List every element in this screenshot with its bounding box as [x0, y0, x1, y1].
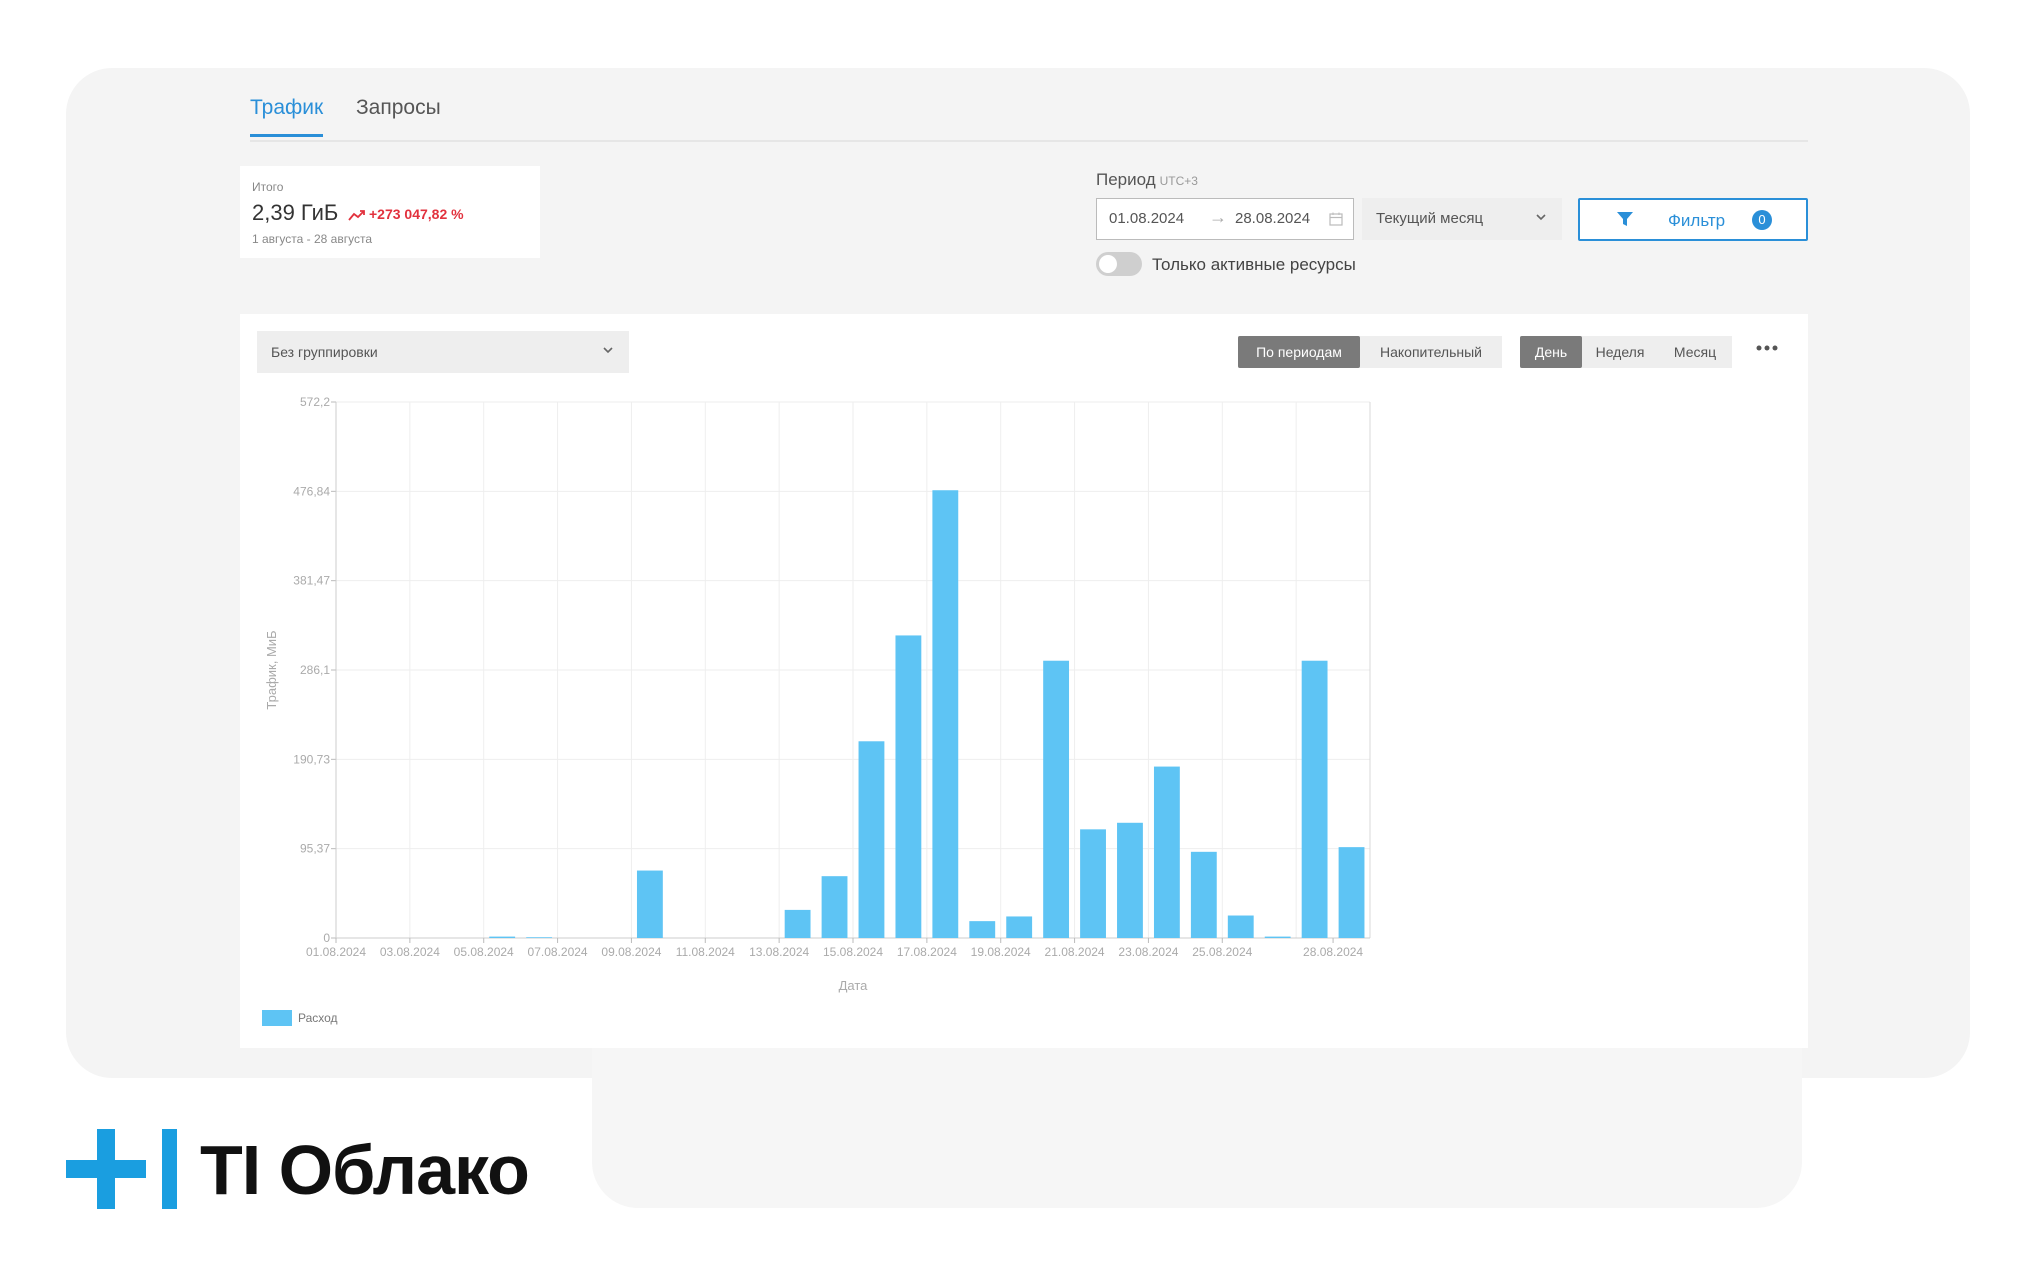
bar-05.08.2024: [489, 936, 516, 938]
x-tick-label: 01.08.2024: [306, 945, 366, 959]
bar-20.08.2024: [1043, 660, 1070, 938]
granularity-switch: День Неделя Месяц: [1520, 336, 1732, 368]
period-title: Период: [1096, 170, 1156, 189]
toggle-knob: [1099, 255, 1117, 273]
bar-21.08.2024: [1080, 829, 1106, 938]
period-label: Период UTC+3: [1096, 170, 1198, 190]
bar-19.08.2024: [1006, 916, 1033, 938]
x-tick-label: 17.08.2024: [897, 945, 957, 959]
mode-switch: По периодам Накопительный: [1238, 336, 1502, 368]
bar-23.08.2024: [1153, 766, 1180, 938]
active-resources-toggle[interactable]: [1096, 252, 1142, 276]
total-value: 2,39 ГиБ: [252, 200, 339, 225]
bar-27.08.2024: [1301, 660, 1328, 938]
y-tick-label: 190,73: [293, 752, 330, 766]
more-dots-icon[interactable]: [1756, 344, 1778, 352]
grouping-select[interactable]: Без группировки: [257, 331, 629, 373]
active-resources-label: Только активные ресурсы: [1152, 255, 1356, 274]
x-tick-label: 09.08.2024: [601, 945, 661, 959]
filter-icon: [1617, 212, 1633, 226]
granularity-month[interactable]: Месяц: [1658, 336, 1732, 368]
filter-button[interactable]: Фильтр 0: [1578, 198, 1808, 241]
x-axis-title: Дата: [839, 978, 869, 993]
grouping-value: Без группировки: [271, 344, 378, 360]
total-delta: +273 047,82 %: [348, 206, 464, 222]
x-tick-label: 25.08.2024: [1192, 945, 1252, 959]
x-tick-label: 07.08.2024: [528, 945, 588, 959]
logo-bar: [162, 1129, 177, 1209]
y-tick-label: 286,1: [300, 663, 330, 677]
trend-up-icon: [348, 210, 365, 221]
tab-bar: Трафик Запросы: [250, 96, 1808, 142]
bar-25.08.2024: [1227, 915, 1254, 938]
y-tick-label: 381,47: [293, 574, 330, 588]
bar-22.08.2024: [1117, 822, 1143, 938]
legend-swatch: [262, 1010, 292, 1026]
bar-13.08.2024: [784, 909, 811, 938]
y-tick-label: 572,2: [300, 395, 330, 409]
y-tick-label: 0: [323, 931, 330, 945]
date-range-picker[interactable]: 01.08.2024 → 28.08.2024: [1096, 198, 1354, 240]
x-tick-label: 23.08.2024: [1118, 945, 1178, 959]
total-label: Итого: [252, 180, 284, 194]
granularity-week[interactable]: Неделя: [1582, 336, 1658, 368]
bar-24.08.2024: [1190, 851, 1217, 938]
tab-requests[interactable]: Запросы: [356, 96, 441, 134]
total-delta-value: +273 047,82 %: [369, 206, 464, 222]
tab-traffic[interactable]: Трафик: [250, 96, 324, 137]
filter-count-badge: 0: [1752, 210, 1772, 230]
chevron-down-icon: [1536, 214, 1546, 221]
bar-17.08.2024: [932, 490, 959, 938]
x-tick-label: 15.08.2024: [823, 945, 883, 959]
bar-15.08.2024: [858, 741, 885, 938]
filter-label: Фильтр: [1668, 211, 1726, 230]
x-tick-label: 28.08.2024: [1303, 945, 1363, 959]
timezone-label: UTC+3: [1159, 174, 1198, 188]
x-tick-label: 05.08.2024: [454, 945, 514, 959]
arrow-right-icon: →: [1209, 207, 1227, 227]
x-tick-label: 19.08.2024: [971, 945, 1031, 959]
bar-09.08.2024: [636, 870, 663, 938]
x-tick-label: 11.08.2024: [676, 945, 735, 959]
x-tick-label: 03.08.2024: [380, 945, 440, 959]
bar-16.08.2024: [895, 635, 922, 938]
total-summary-card: Итого 2,39 ГиБ +273 047,82 % 1 августа -…: [240, 166, 540, 258]
bar-28.08.2024: [1338, 847, 1365, 938]
y-tick-label: 476,84: [293, 484, 330, 498]
chevron-down-icon: [603, 347, 613, 354]
period-preset-select[interactable]: Текущий месяц: [1362, 198, 1562, 240]
period-preset-value: Текущий месяц: [1376, 210, 1484, 227]
date-to[interactable]: 28.08.2024: [1235, 210, 1310, 227]
y-tick-label: 95,37: [300, 842, 330, 856]
traffic-chart: 0 95,37 190,73 286,1 381,47 476,84 572,2 01.08.…: [264, 395, 1371, 993]
total-range: 1 августа - 28 августа: [252, 232, 373, 246]
panel-shadow: [592, 1040, 1802, 1208]
granularity-day[interactable]: День: [1520, 336, 1582, 368]
bar-18.08.2024: [969, 921, 996, 938]
x-tick-label: 13.08.2024: [749, 945, 809, 959]
y-axis-title: Трафик, МиБ: [264, 630, 279, 709]
brand-name: TI Облако: [200, 1131, 530, 1209]
logo-plus-vertical: [97, 1129, 115, 1209]
x-tick-label: 21.08.2024: [1045, 945, 1105, 959]
mode-by-period[interactable]: По периодам: [1238, 336, 1360, 368]
legend-label: Расход: [298, 1011, 338, 1025]
date-from[interactable]: 01.08.2024: [1109, 210, 1184, 227]
mode-cumulative[interactable]: Накопительный: [1360, 336, 1502, 368]
bar-14.08.2024: [821, 876, 848, 938]
bar-26.08.2024: [1264, 936, 1291, 938]
chart-legend[interactable]: Расход: [262, 1010, 338, 1026]
calendar-icon[interactable]: [1329, 212, 1343, 226]
bar-06.08.2024: [526, 937, 553, 938]
